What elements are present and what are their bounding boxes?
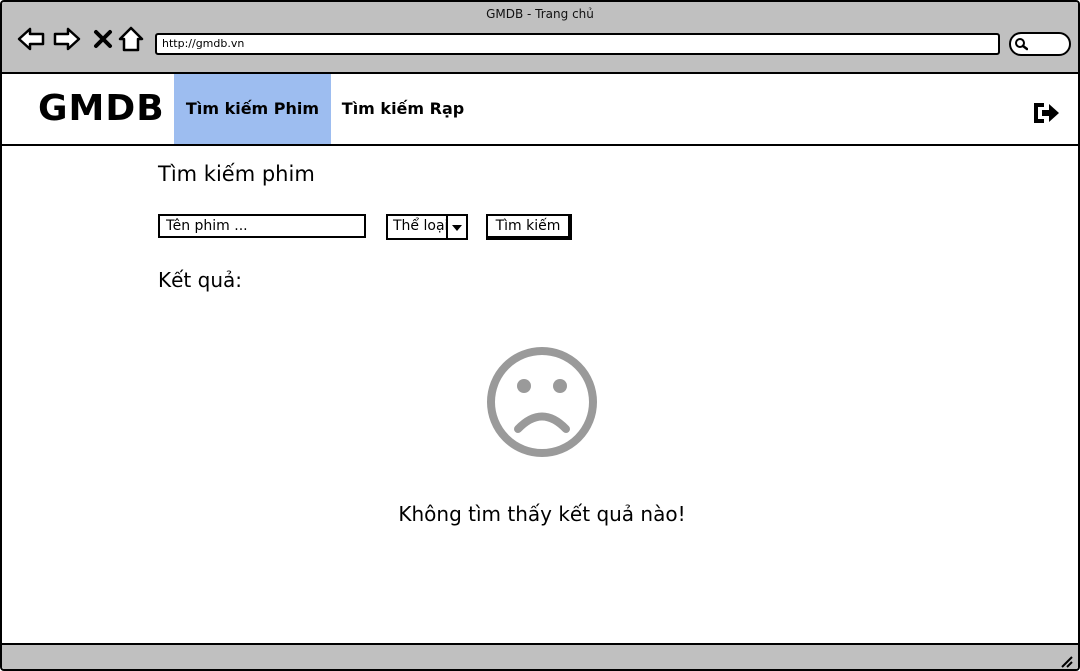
address-bar[interactable]: http://gmdb.vn — [155, 33, 1000, 55]
resize-grip-icon[interactable] — [1058, 653, 1074, 669]
chevron-down-icon[interactable] — [446, 216, 466, 238]
tab-search-cinemas[interactable]: Tìm kiếm Rạp — [333, 74, 473, 144]
site-logo[interactable]: GMDB — [38, 88, 165, 129]
browser-search-field[interactable] — [1009, 32, 1071, 56]
genre-select[interactable]: Thể loại — [386, 214, 468, 240]
site-header: GMDB Tìm kiếm Phim Tìm kiếm Rạp — [2, 74, 1078, 146]
logout-icon[interactable] — [1032, 100, 1062, 126]
close-icon[interactable] — [88, 24, 118, 54]
genre-select-value: Thể loại — [393, 218, 449, 234]
home-icon[interactable] — [116, 24, 146, 54]
main-content: Tìm kiếm phim Thể loại Tìm kiếm Kết quả:… — [2, 146, 1078, 643]
sad-face-icon — [487, 347, 597, 457]
window-title: GMDB - Trang chủ — [486, 7, 594, 21]
results-label: Kết quả: — [158, 268, 242, 292]
empty-results-message: Không tìm thấy kết quả nào! — [398, 502, 686, 526]
search-button[interactable]: Tìm kiếm — [486, 214, 572, 240]
back-arrow-icon[interactable] — [16, 24, 46, 54]
browser-window: GMDB - Trang chủ http://gmdb.vn GMDB Tìm… — [0, 0, 1080, 671]
search-icon — [1015, 38, 1028, 51]
movie-name-input[interactable] — [158, 214, 366, 238]
tab-search-movies[interactable]: Tìm kiếm Phim — [174, 74, 331, 144]
status-bar — [2, 643, 1078, 669]
page-title: Tìm kiếm phim — [158, 162, 315, 186]
forward-arrow-icon[interactable] — [52, 24, 82, 54]
browser-chrome: GMDB - Trang chủ http://gmdb.vn — [2, 2, 1078, 74]
